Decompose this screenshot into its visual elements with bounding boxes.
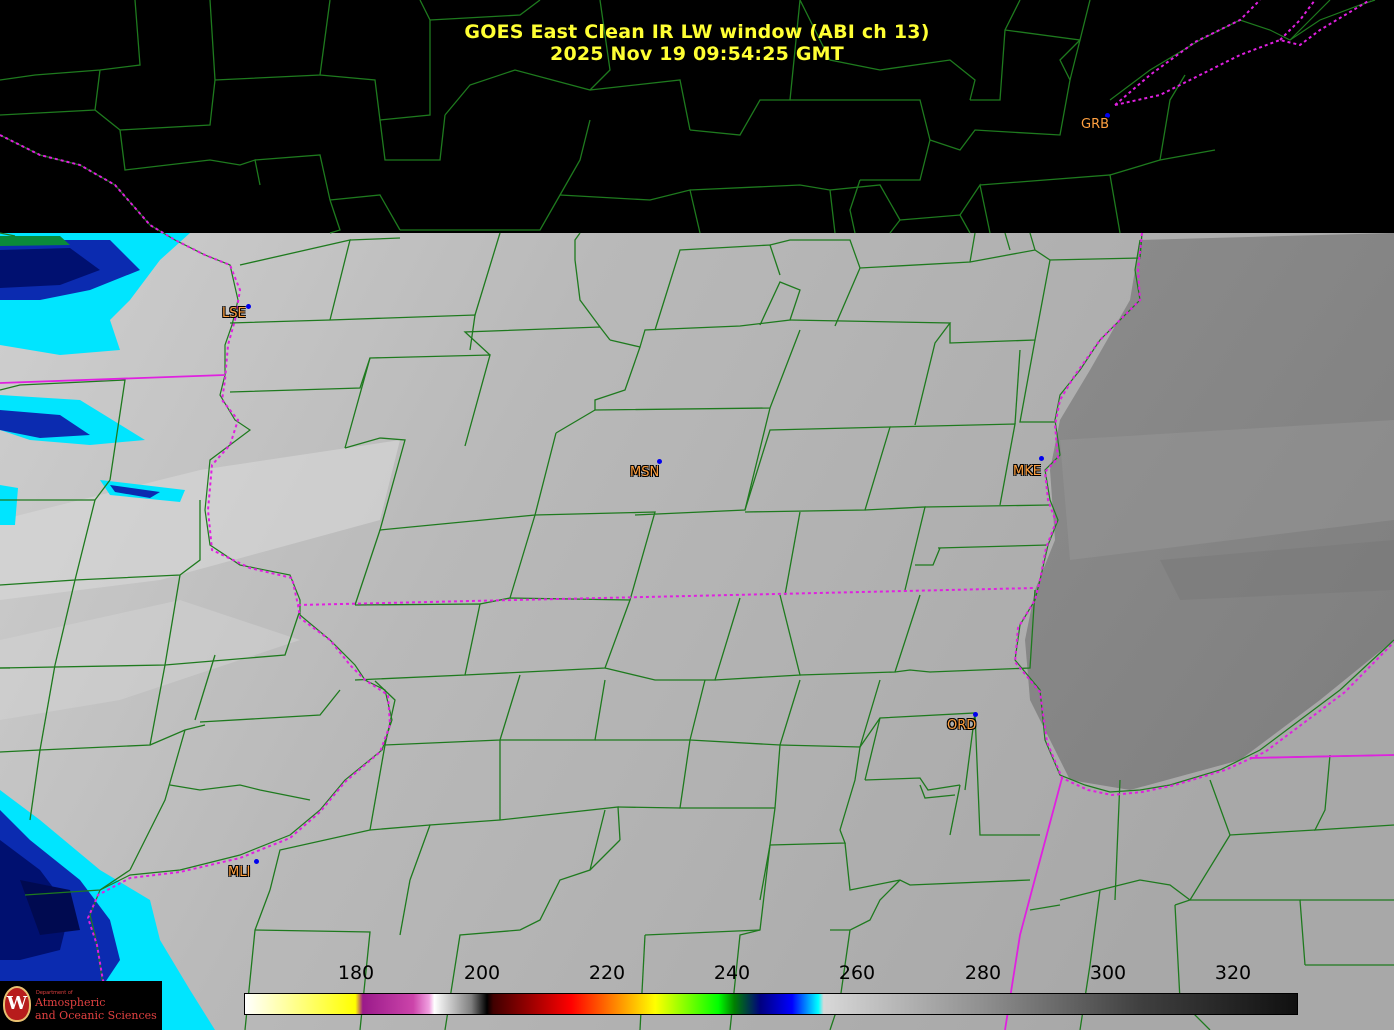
city-label-mli: MLI bbox=[228, 865, 251, 880]
city-label-msn: MSN bbox=[630, 465, 660, 480]
colorbar-tick-label: 320 bbox=[1214, 962, 1252, 984]
logo-line-2: and Oceanic Sciences bbox=[35, 1009, 157, 1022]
ir-satellite-map bbox=[0, 0, 1394, 1030]
colorbar-tick-label: 240 bbox=[713, 962, 751, 984]
city-marker-mke bbox=[1039, 456, 1044, 461]
city-label-lse: LSE bbox=[222, 306, 246, 321]
aos-logo: W Department of Atmospheric and Oceanic … bbox=[0, 981, 162, 1030]
colorbar-tick-label: 280 bbox=[964, 962, 1002, 984]
city-marker-msn bbox=[657, 459, 662, 464]
temperature-colorbar bbox=[244, 993, 1298, 1015]
colorbar-tick-label: 180 bbox=[337, 962, 375, 984]
colorbar-tick-label: 220 bbox=[588, 962, 626, 984]
uw-crest-icon: W bbox=[3, 986, 31, 1022]
city-label-grb: GRB bbox=[1081, 117, 1110, 132]
city-label-ord: ORD bbox=[947, 718, 977, 733]
colorbar-tick-label: 300 bbox=[1089, 962, 1127, 984]
title-line-2: 2025 Nov 19 09:54:25 GMT bbox=[550, 43, 844, 65]
title-line-1: GOES East Clean IR LW window (ABI ch 13) bbox=[464, 21, 930, 43]
colorbar-tick-label: 260 bbox=[838, 962, 876, 984]
colorbar-tick-label: 200 bbox=[463, 962, 501, 984]
city-marker-mli bbox=[254, 859, 259, 864]
city-marker-lse bbox=[246, 304, 251, 309]
satellite-image-viewer: GOES East Clean IR LW window (ABI ch 13)… bbox=[0, 0, 1394, 1030]
city-marker-ord bbox=[973, 712, 978, 717]
logo-line-1: Atmospheric bbox=[35, 996, 106, 1009]
city-label-mke: MKE bbox=[1013, 464, 1041, 479]
